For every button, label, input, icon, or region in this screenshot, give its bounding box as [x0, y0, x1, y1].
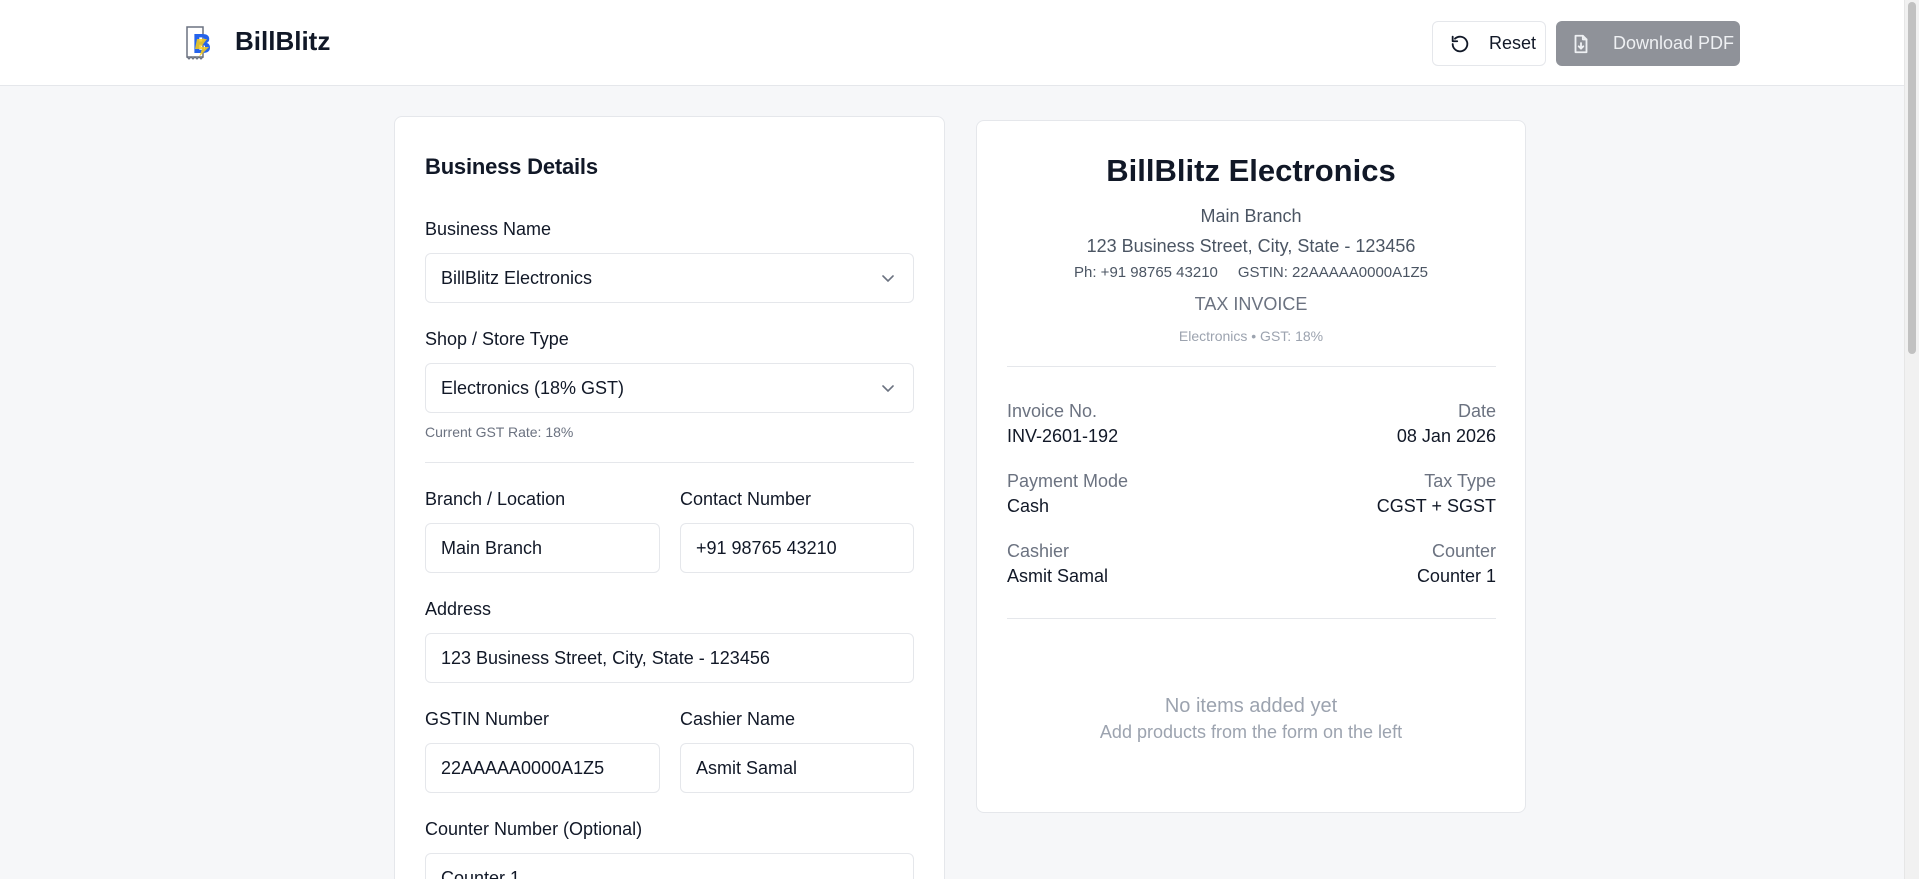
billblitz-logo-icon: B: [186, 26, 212, 60]
gstin-input[interactable]: 22AAAAA0000A1Z5: [425, 743, 660, 793]
chevron-down-icon: [882, 275, 894, 283]
counter-value-invoice: Counter 1: [1416, 566, 1496, 586]
reset-button-label: Reset: [1489, 33, 1537, 53]
business-details-card: Business Details Business Name BillBlitz…: [394, 116, 945, 879]
page-scrollbar-thumb[interactable]: [1908, 2, 1916, 354]
empty-items-title: No items added yet: [1164, 695, 1338, 717]
store-type-label: Shop / Store Type: [425, 329, 569, 349]
gst-rate-hint: Current GST Rate: 18%: [425, 424, 574, 440]
invoice-no-label: Invoice No.: [1007, 401, 1098, 421]
tax-type-value: CGST + SGST: [1376, 496, 1496, 516]
counter-input[interactable]: Counter 1: [425, 853, 914, 879]
counter-label-invoice: Counter: [1431, 541, 1496, 561]
contact-label: Contact Number: [680, 489, 812, 509]
empty-items-subtitle: Add products from the form on the left: [1099, 722, 1403, 742]
business-name-label: Business Name: [425, 219, 552, 239]
invoice-doc-type: TAX INVOICE: [1194, 294, 1308, 314]
invoice-branch: Main Branch: [1200, 206, 1302, 226]
cashier-value-invoice: Asmit Samal: [1007, 566, 1109, 586]
address-input[interactable]: 123 Business Street, City, State - 12345…: [425, 633, 914, 683]
file-download-icon: [1574, 34, 1588, 53]
invoice-category: Electronics • GST: 18%: [1178, 328, 1324, 344]
business-name-value: BillBlitz Electronics: [441, 267, 593, 288]
reset-button[interactable]: Reset: [1432, 21, 1546, 66]
payment-mode-label: Payment Mode: [1007, 471, 1129, 491]
cashier-input[interactable]: Asmit Samal: [680, 743, 914, 793]
cashier-label-invoice: Cashier: [1007, 541, 1070, 561]
invoice-divider: [1007, 366, 1496, 367]
form-divider: [425, 462, 914, 463]
section-title: Business Details: [425, 154, 598, 179]
branch-value: Main Branch: [441, 537, 543, 558]
date-value: 08 Jan 2026: [1396, 426, 1496, 446]
contact-value: +91 98765 43210: [696, 537, 837, 558]
branch-input[interactable]: Main Branch: [425, 523, 660, 573]
invoice-phone: Ph: +91 98765 43210: [1074, 264, 1218, 281]
cashier-label: Cashier Name: [680, 709, 796, 729]
invoice-contact-line: Ph: +91 98765 43210 GSTIN: 22AAAAA0000A1Z…: [977, 264, 1525, 281]
app-header: B BillBlitz Reset Download PDF: [0, 0, 1919, 86]
branch-label: Branch / Location: [425, 489, 566, 509]
contact-input[interactable]: +91 98765 43210: [680, 523, 914, 573]
cashier-value: Asmit Samal: [696, 757, 798, 778]
date-label: Date: [1457, 401, 1496, 421]
download-pdf-label: Download PDF: [1613, 33, 1735, 53]
address-label: Address: [425, 599, 492, 619]
payment-mode-value: Cash: [1007, 496, 1050, 516]
download-pdf-button[interactable]: Download PDF: [1556, 21, 1740, 66]
chevron-down-icon: [882, 385, 894, 393]
counter-value: Counter 1: [441, 867, 521, 879]
invoice-divider: [1007, 618, 1496, 619]
counter-label: Counter Number (Optional): [425, 819, 643, 839]
gstin-label: GSTIN Number: [425, 709, 550, 729]
reset-icon: [1451, 35, 1469, 52]
tax-type-label: Tax Type: [1424, 471, 1496, 491]
address-value: 123 Business Street, City, State - 12345…: [441, 647, 770, 668]
gstin-value: 22AAAAA0000A1Z5: [441, 757, 605, 778]
invoice-address: 123 Business Street, City, State - 12345…: [1086, 236, 1416, 256]
store-type-select[interactable]: Electronics (18% GST): [425, 363, 914, 413]
store-type-value: Electronics (18% GST): [441, 377, 625, 398]
invoice-business-name: BillBlitz Electronics: [1106, 153, 1396, 188]
invoice-preview-card: BillBlitz Electronics Main Branch 123 Bu…: [976, 120, 1526, 813]
business-name-select[interactable]: BillBlitz Electronics: [425, 253, 914, 303]
invoice-gstin: GSTIN: 22AAAAA0000A1Z5: [1237, 264, 1428, 281]
invoice-no-value: INV-2601-192: [1007, 426, 1119, 446]
brand-name: BillBlitz: [235, 26, 331, 56]
